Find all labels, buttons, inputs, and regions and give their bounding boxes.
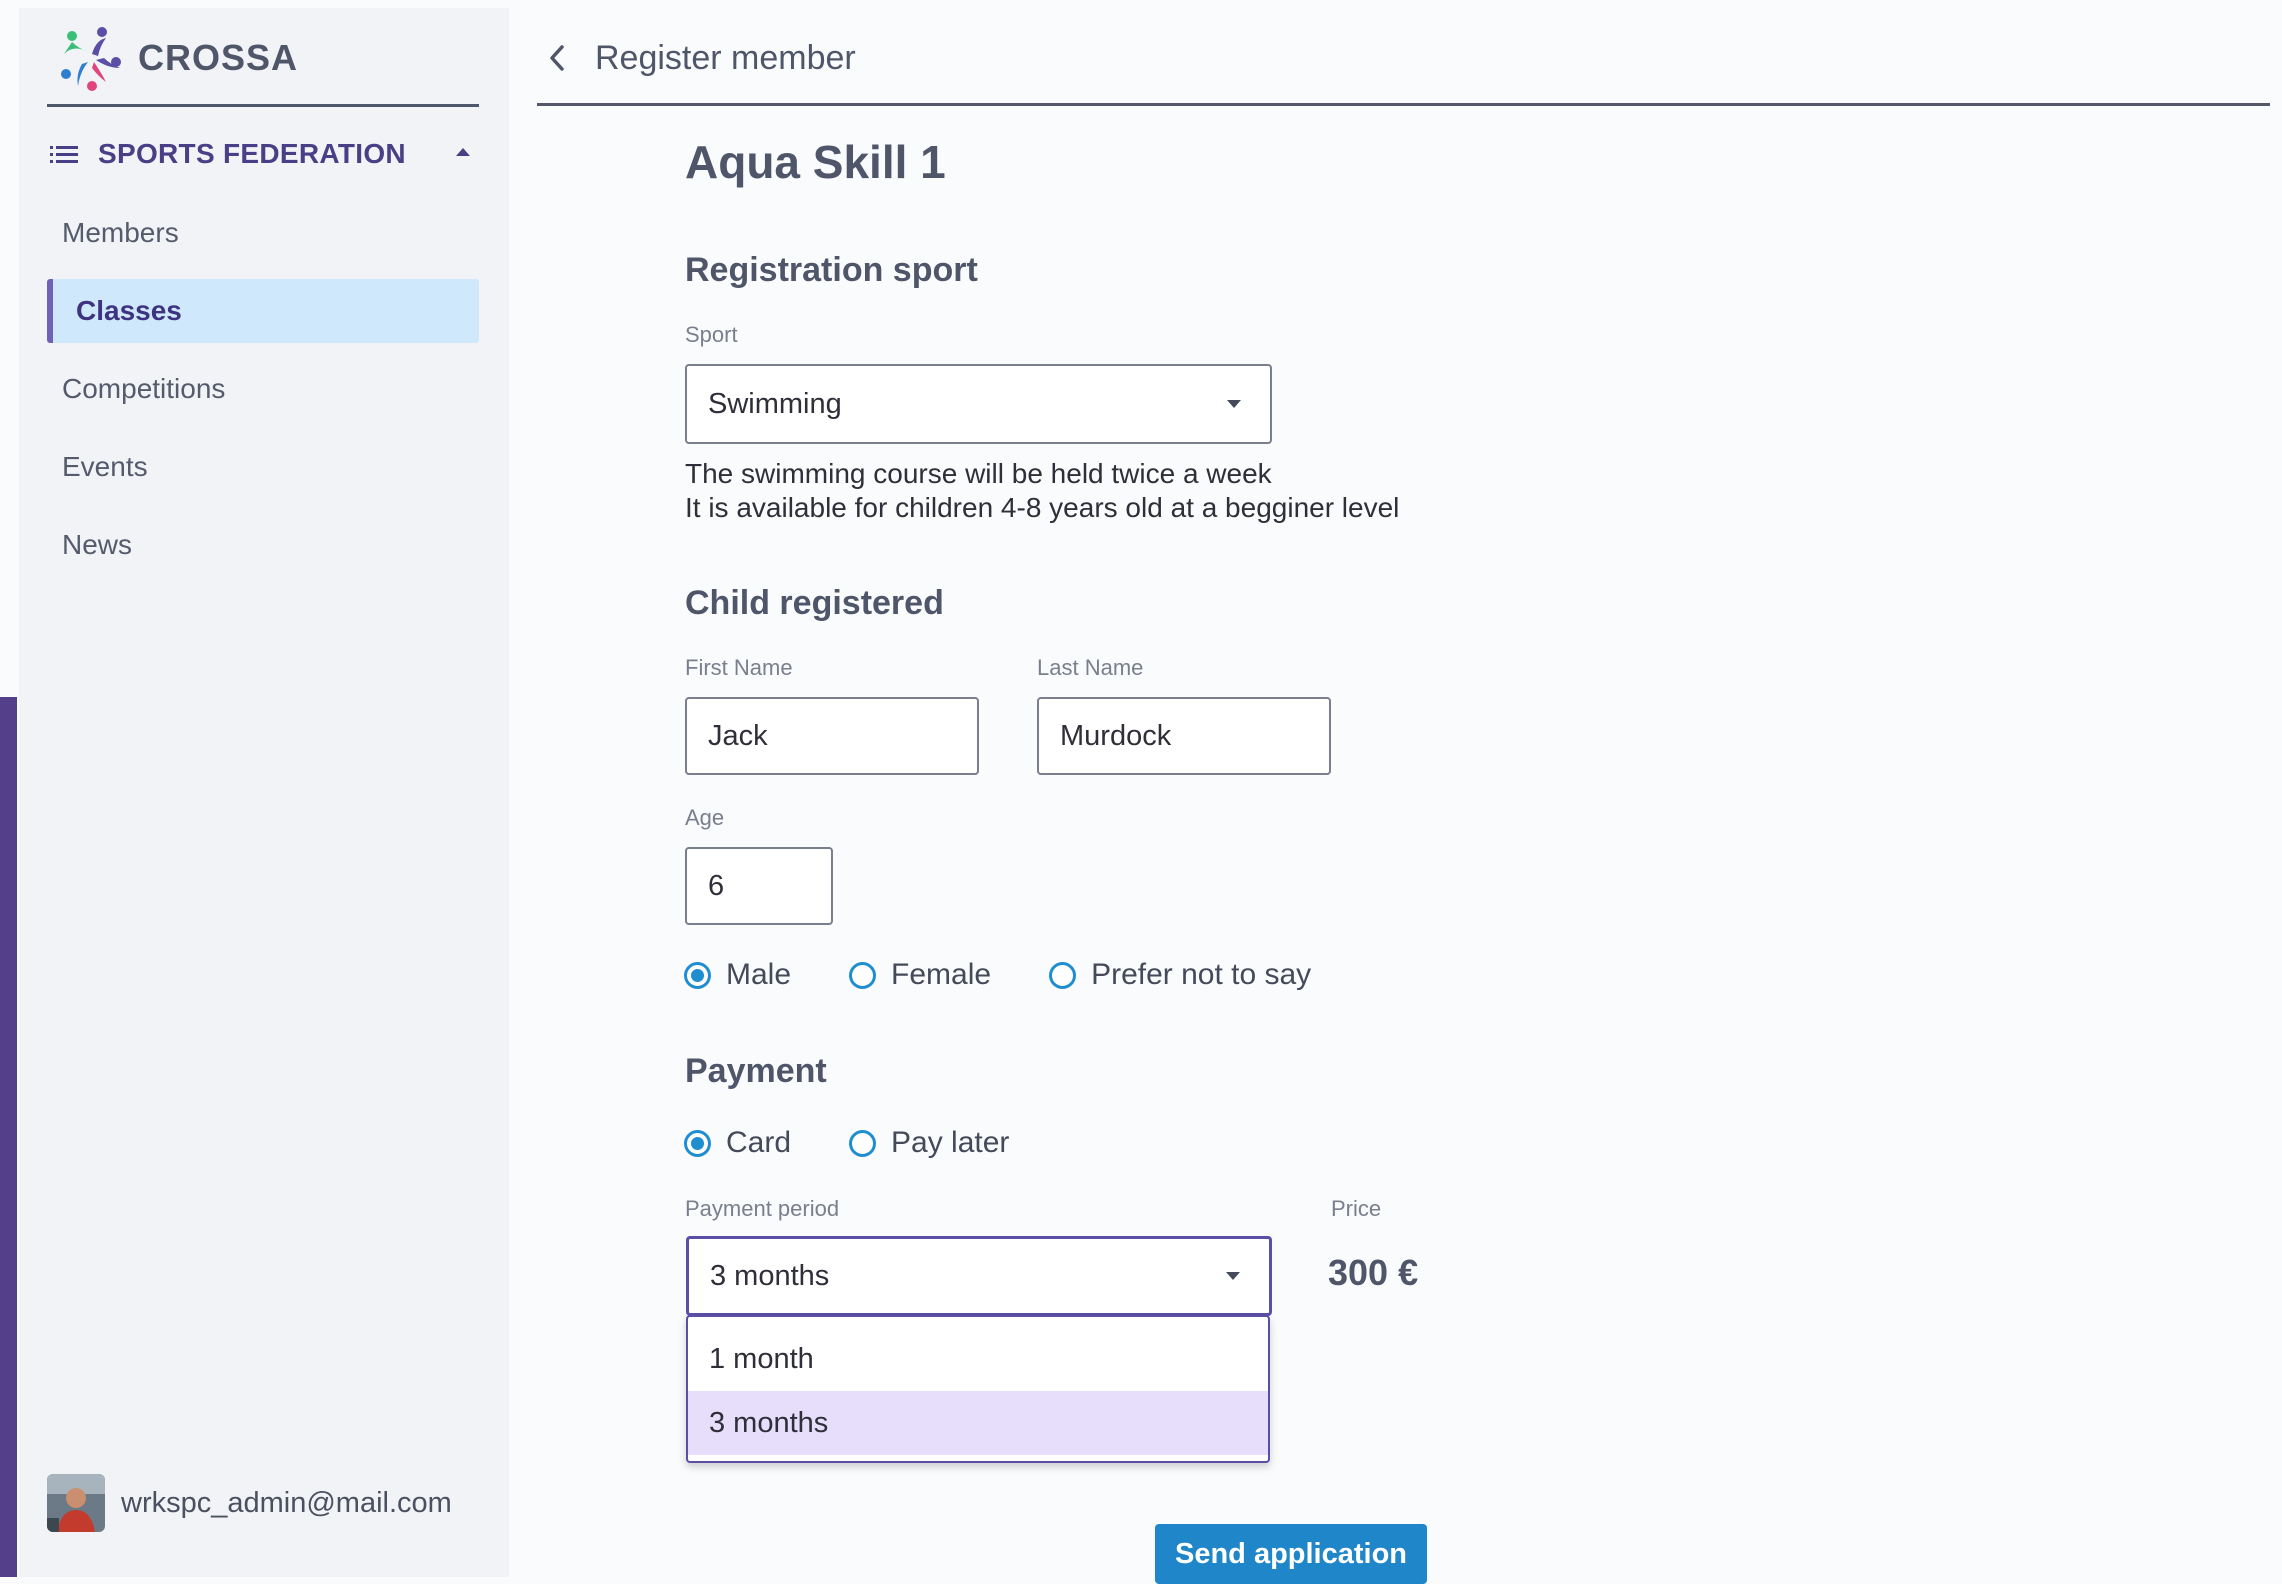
radio-label: Pay later	[891, 1126, 1010, 1159]
app-name: CROSSA	[138, 37, 299, 78]
gender-radio-group: Male Female Prefer not to say	[684, 958, 1311, 992]
sport-select[interactable]: Swimming	[685, 364, 1272, 444]
radio-label: Male	[726, 958, 792, 991]
user-account[interactable]: wrkspc_admin@mail.com	[47, 1474, 452, 1532]
payment-method-radio-group: Card Pay later	[684, 1126, 1009, 1160]
user-email: wrkspc_admin@mail.com	[121, 1486, 452, 1519]
age-label: Age	[685, 805, 725, 830]
description-line-1: The swimming course will be held twice a…	[685, 458, 1272, 489]
dropdown-option-1-month[interactable]: 1 month	[688, 1327, 1268, 1391]
payment-heading: Payment	[685, 1052, 827, 1090]
sport-description: The swimming course will be held twice a…	[685, 457, 1399, 525]
last-name-value: Murdock	[1060, 719, 1172, 752]
crossa-logo-icon	[61, 27, 121, 91]
radio-checked-icon	[684, 961, 711, 989]
sidebar-divider	[47, 104, 479, 107]
payment-period-value: 3 months	[710, 1259, 830, 1292]
gender-radio-male[interactable]: Male	[684, 958, 791, 992]
price-label: Price	[1331, 1196, 1382, 1221]
payment-radio-pay-later[interactable]: Pay later	[849, 1126, 1009, 1160]
app-logo[interactable]: CROSSA	[58, 24, 298, 92]
caret-down-icon	[1227, 400, 1241, 408]
gender-radio-female[interactable]: Female	[849, 958, 991, 992]
first-name-label: First Name	[685, 655, 793, 680]
last-name-label: Last Name	[1037, 655, 1144, 680]
radio-unchecked-icon	[1049, 961, 1077, 989]
sidebar-item-label: Events	[62, 451, 148, 482]
sidebar-item-classes[interactable]: Classes	[47, 279, 479, 343]
first-name-field[interactable]: Jack	[685, 697, 979, 775]
page-header: Register member	[537, 30, 856, 86]
dropdown-option-3-months[interactable]: 3 months	[688, 1391, 1268, 1455]
radio-unchecked-icon	[849, 961, 877, 989]
age-field[interactable]: 6	[685, 847, 833, 925]
sports-federation-label: SPORTS FEDERATION	[98, 138, 406, 169]
radio-unchecked-icon	[849, 1129, 877, 1157]
sports-federation-section-toggle[interactable]: SPORTS FEDERATION	[50, 134, 480, 174]
caret-down-icon	[1226, 1272, 1240, 1280]
child-registered-heading: Child registered	[685, 584, 944, 622]
radio-label: Female	[891, 958, 992, 991]
age-value: 6	[708, 869, 725, 902]
price-value: 300 €	[1328, 1252, 1419, 1293]
send-application-button[interactable]: Send application	[1155, 1524, 1427, 1584]
sidebar-item-label: Competitions	[62, 373, 226, 404]
sidebar-item-label: Members	[62, 217, 179, 248]
sidebar-item-label: News	[62, 529, 133, 560]
chevron-left-icon	[550, 45, 564, 71]
payment-period-dropdown: 1 month 3 months	[686, 1315, 1270, 1463]
class-title: Aqua Skill 1	[685, 136, 946, 188]
last-name-field[interactable]: Murdock	[1037, 697, 1331, 775]
payment-radio-card[interactable]: Card	[684, 1126, 791, 1160]
payment-period-label: Payment period	[685, 1196, 840, 1221]
gender-radio-prefer-not-to-say[interactable]: Prefer not to say	[1049, 958, 1311, 992]
payment-period-select[interactable]: 3 months	[686, 1236, 1272, 1316]
back-button[interactable]	[537, 38, 577, 78]
radio-label: Prefer not to say	[1091, 958, 1312, 991]
caret-up-icon	[456, 148, 470, 156]
sport-label: Sport	[685, 322, 738, 347]
first-name-value: Jack	[708, 719, 768, 752]
radio-checked-icon	[684, 1129, 711, 1157]
sport-select-value: Swimming	[708, 387, 842, 420]
radio-label: Card	[726, 1126, 792, 1159]
page-header-title: Register member	[595, 38, 856, 77]
sidebar-item-news[interactable]: News	[47, 513, 479, 577]
sidebar-item-competitions[interactable]: Competitions	[47, 357, 479, 421]
header-divider	[537, 103, 2270, 106]
description-line-2: It is available for children 4-8 years o…	[685, 492, 1400, 523]
left-accent-strip	[0, 697, 17, 1577]
registration-sport-heading: Registration sport	[685, 251, 978, 289]
list-icon	[50, 146, 78, 163]
sidebar-item-label: Classes	[76, 295, 182, 326]
avatar	[47, 1474, 105, 1532]
sidebar-item-members[interactable]: Members	[47, 201, 479, 265]
sidebar-item-events[interactable]: Events	[47, 435, 479, 499]
